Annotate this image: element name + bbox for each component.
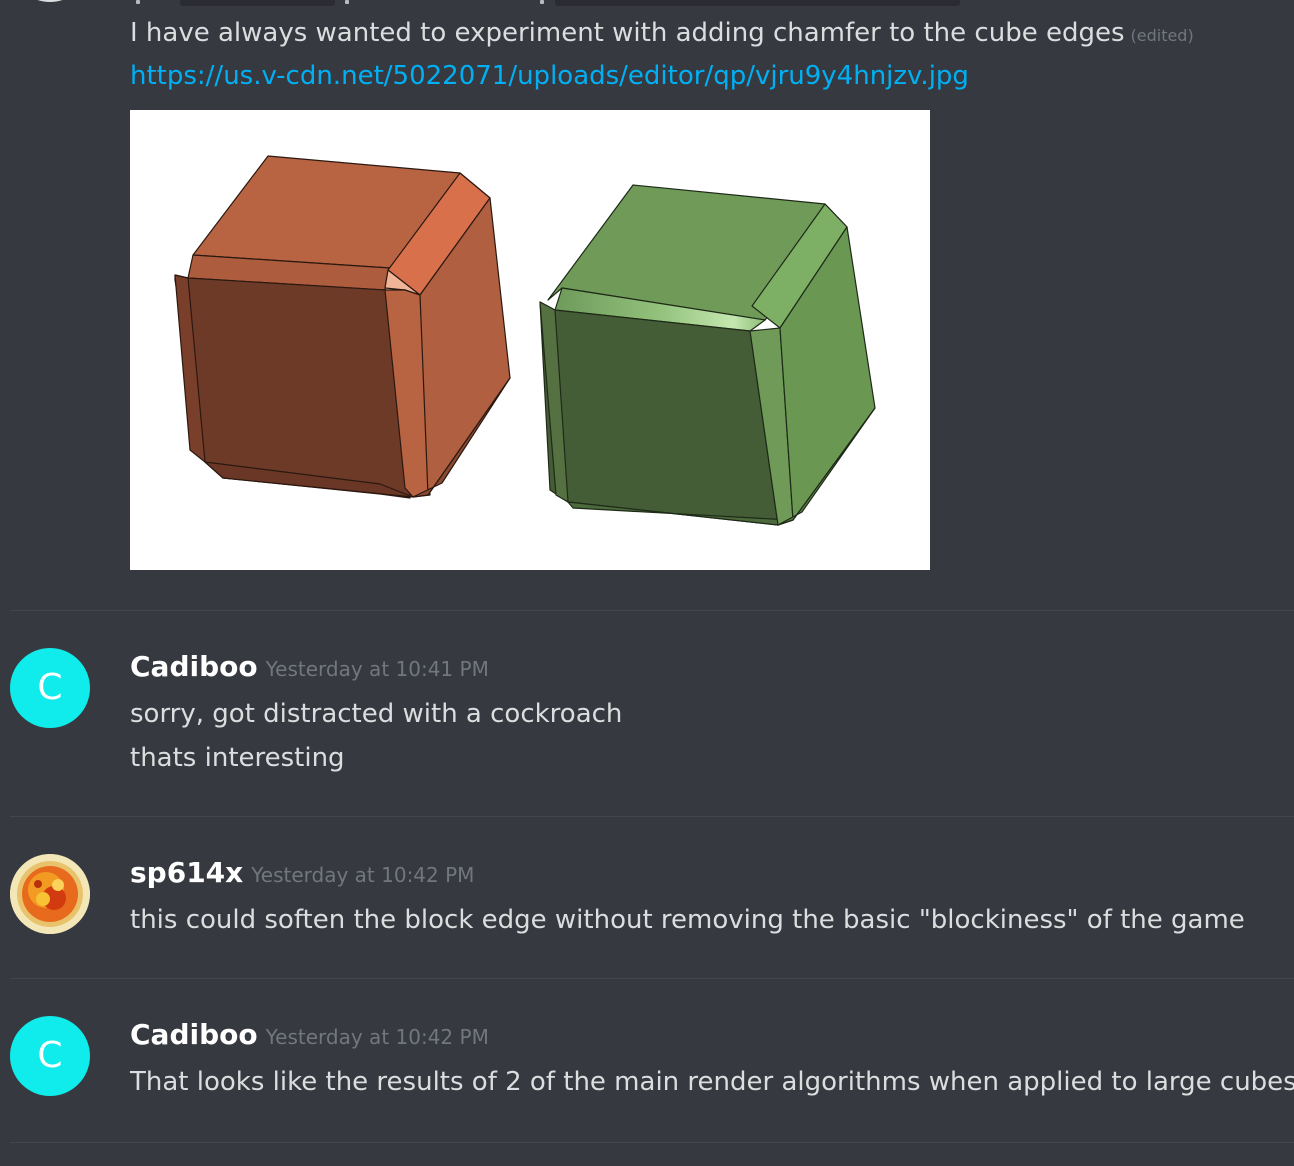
username[interactable]: Cadiboo [130,650,258,683]
edited-label: (edited) [1130,26,1194,45]
message-content: I have always wanted to experiment with … [130,16,1194,53]
image-link[interactable]: https://us.v-cdn.net/5022071/uploads/edi… [130,61,969,91]
redacted-block [180,0,335,6]
text-fragment [136,0,140,4]
redacted-block [555,0,960,6]
username[interactable]: sp614x [130,856,243,889]
message-text: this could soften the block edge without… [130,905,1245,935]
message-link-line: https://us.v-cdn.net/5022071/uploads/edi… [130,59,969,93]
avatar[interactable] [10,854,90,934]
timestamp: Yesterday at 10:42 PM [251,863,475,887]
message-header: Cadiboo Yesterday at 10:41 PM [130,650,489,683]
timestamp: Yesterday at 10:41 PM [265,657,489,681]
message-divider [10,978,1294,979]
message-text: sorry, got distracted with a cockroach [130,699,623,729]
chamfered-cubes-image[interactable] [130,110,930,570]
timestamp: Yesterday at 10:42 PM [265,1025,489,1049]
avatar[interactable]: C [10,648,90,728]
avatar[interactable]: C [10,1016,90,1096]
message-text: I have always wanted to experiment with … [130,18,1125,48]
sun-avatar-icon [10,854,90,934]
message-divider [10,610,1294,611]
message-header: sp614x Yesterday at 10:42 PM [130,856,474,889]
avatar-fragment [10,0,90,2]
message-divider [10,816,1294,817]
text-fragment [540,0,544,4]
message-divider [10,1142,1294,1143]
username[interactable]: Cadiboo [130,1018,258,1051]
message-header: Cadiboo Yesterday at 10:42 PM [130,1018,489,1051]
message-text: That looks like the results of 2 of the … [130,1067,1294,1097]
text-fragment [345,0,349,4]
previous-message-fragment [0,0,1294,12]
message-text: thats interesting [130,743,345,773]
